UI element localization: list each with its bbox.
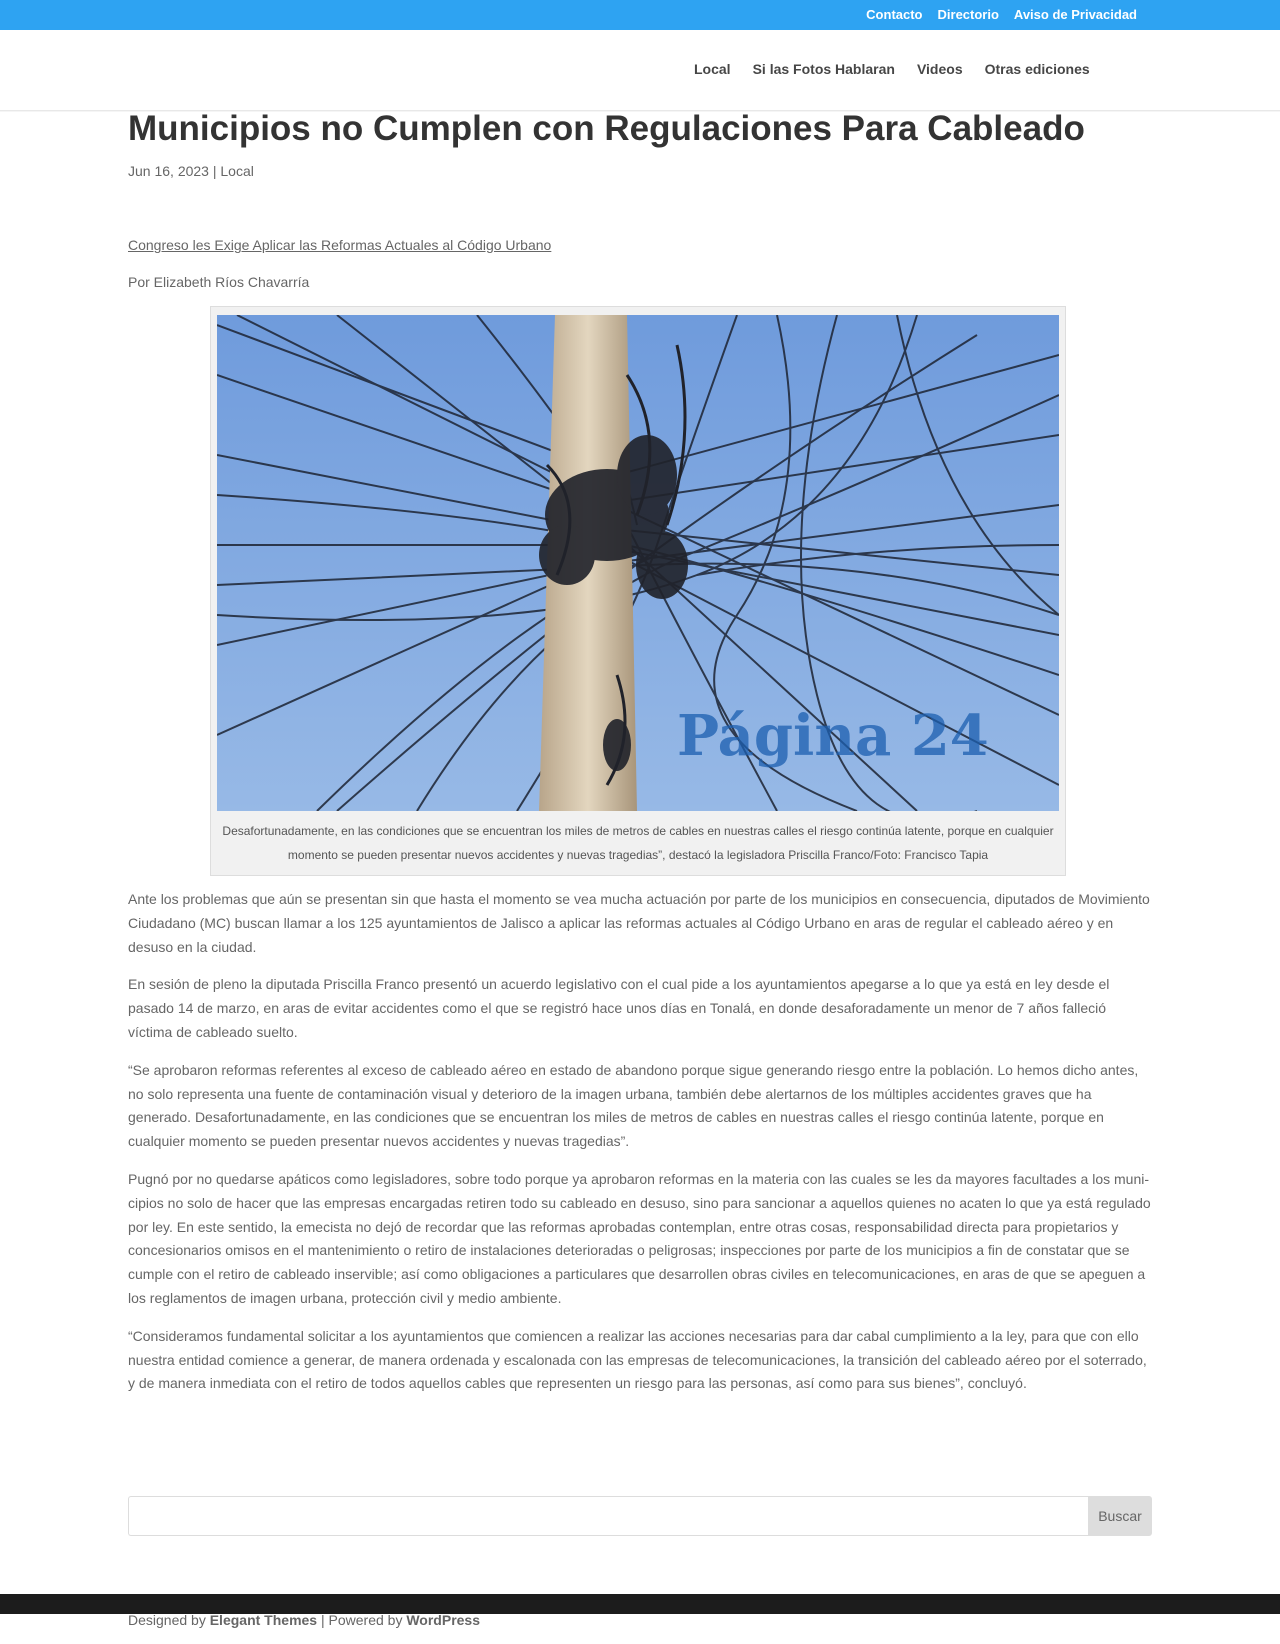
top-link-contacto[interactable]: Contacto: [866, 7, 922, 22]
elegant-themes-link[interactable]: Elegant Themes: [210, 1612, 317, 1628]
paragraph: En sesión de pleno la diputada Priscilla…: [128, 976, 1110, 1040]
search-form: Buscar: [128, 1496, 1152, 1536]
article-photo[interactable]: Página 24: [217, 315, 1059, 811]
search-button[interactable]: Buscar: [1088, 1496, 1152, 1536]
post-meta: Jun 16, 2023 | Local: [128, 163, 1152, 179]
post-category-link[interactable]: Local: [220, 163, 253, 179]
paragraph: Pugnó por no quedarse apáticos como legi…: [128, 1170, 1151, 1306]
byline: Por Elizabeth Ríos Chavarría: [128, 274, 310, 290]
post-date: Jun 16, 2023: [128, 163, 209, 179]
nav-item-si-las-fotos-hablaran[interactable]: Si las Fotos Hablaran: [753, 61, 895, 77]
secondary-nav: Contacto Directorio Aviso de Privacidad: [866, 7, 1137, 22]
article-body: Ante los problemas que aún se presentan …: [128, 888, 1152, 1396]
paragraph: “Consideramos fundamental solicitar a lo…: [128, 1327, 1147, 1392]
page-title: Municipios no Cumplen con Regulaciones P…: [128, 109, 1085, 148]
image-caption: Desafortunadamente, en las condiciones q…: [222, 824, 1054, 862]
subtitle-link[interactable]: Congreso les Exige Aplicar las Reformas …: [128, 237, 551, 253]
top-bar: Contacto Directorio Aviso de Privacidad: [0, 0, 1280, 30]
paragraph: Ante los problemas que aún se presentan …: [128, 891, 1150, 955]
nav-item-otras-ediciones[interactable]: Otras ediciones: [985, 61, 1090, 77]
powered-by-label: | Powered by: [320, 1612, 403, 1628]
meta-separator: |: [212, 163, 217, 179]
top-link-directorio[interactable]: Directorio: [938, 7, 999, 22]
watermark: Página 24: [677, 703, 989, 769]
article-subtitle: Congreso les Exige Aplicar las Reformas …: [128, 237, 1152, 253]
article-content: Municipios no Cumplen con Regulaciones P…: [128, 108, 1152, 1410]
wordpress-link[interactable]: WordPress: [406, 1612, 480, 1628]
nav-item-local[interactable]: Local: [694, 61, 731, 77]
main-header: Local Si las Fotos Hablaran Videos Otras…: [0, 30, 1280, 111]
cable-pole-photo: Página 24: [217, 315, 1059, 811]
footer-bar: [0, 1594, 1280, 1614]
search-input[interactable]: [128, 1496, 1088, 1536]
footer-credits: Designed by Elegant Themes | Powered by …: [128, 1612, 480, 1628]
nav-item-videos[interactable]: Videos: [917, 61, 963, 77]
paragraph: “Se aprobaron reformas referentes al exc…: [128, 1061, 1139, 1150]
primary-nav: Local Si las Fotos Hablaran Videos Otras…: [694, 61, 1090, 77]
top-link-aviso-privacidad[interactable]: Aviso de Privacidad: [1014, 7, 1137, 22]
designed-by-label: Designed by: [128, 1612, 206, 1628]
image-figure: Página 24 Desafortunadamente, en las con…: [210, 306, 1066, 876]
